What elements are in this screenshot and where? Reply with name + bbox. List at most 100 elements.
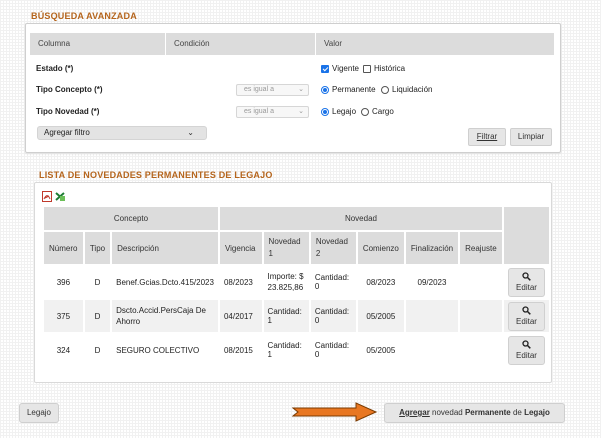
cell-novedad-2: Cantidad: 0 xyxy=(308,264,358,300)
add-button-part2: novedad xyxy=(429,408,465,417)
cell-novedad-1: Cantidad: 1 xyxy=(261,332,311,368)
table-row: 396 D Benef.Gcias.Dcto.415/2023 08/2023 … xyxy=(42,264,552,300)
filter-button[interactable]: Filtrar xyxy=(468,128,506,146)
header-vigencia: Vigencia xyxy=(217,230,264,266)
cell-tipo: D xyxy=(82,298,113,334)
add-filter-select[interactable]: Agregar filtro ⌄ xyxy=(37,126,207,140)
cell-comienzo: 05/2005 xyxy=(355,298,406,334)
checkbox-unchecked-icon[interactable] xyxy=(363,64,371,73)
radio-legajo[interactable]: Legajo xyxy=(321,107,356,116)
header-finalizacion: Finalización xyxy=(403,230,461,266)
radio-unselected-icon[interactable] xyxy=(361,107,369,116)
chevron-down-icon: ⌄ xyxy=(298,108,304,115)
novelties-table: Concepto Novedad Número Tipo Descripción… xyxy=(42,205,552,368)
radio-selected-icon[interactable] xyxy=(321,107,329,116)
header-value: Valor xyxy=(315,33,554,55)
cell-descripcion: Dscto.Accid.PersCaja De Ahorro xyxy=(110,298,220,334)
checkbox-label: Histórica xyxy=(374,64,406,73)
radio-label: Cargo xyxy=(372,107,394,116)
cell-finalizacion: 09/2023 xyxy=(403,264,461,300)
search-section-title: BÚSQUEDA AVANZADA xyxy=(31,11,137,21)
condition-select-tipo-concepto[interactable]: es igual a ⌄ xyxy=(236,84,309,96)
checkbox-checked-icon[interactable] xyxy=(321,64,329,73)
pdf-icon[interactable] xyxy=(42,191,52,202)
cell-vigencia: 08/2015 xyxy=(217,332,264,368)
list-section-title: LISTA DE NOVEDADES PERMANENTES DE LEGAJO xyxy=(39,170,273,180)
cell-actions: Editar xyxy=(501,332,552,368)
cell-actions: Editar xyxy=(501,298,552,334)
back-button-label: Legajo xyxy=(26,408,52,417)
edit-button[interactable]: Editar xyxy=(507,301,545,331)
header-descripcion: Descripción xyxy=(110,230,220,266)
excel-icon[interactable] xyxy=(55,191,66,202)
header-actions xyxy=(501,205,552,266)
search-icon xyxy=(522,271,531,281)
condition-select-value: es igual a xyxy=(244,86,274,93)
cell-tipo: D xyxy=(82,332,113,368)
cell-numero: 375 xyxy=(42,298,85,334)
advanced-search-panel: Columna Condición Valor Estado (*) Vigen… xyxy=(25,23,561,153)
cell-descripcion: Benef.Gcias.Dcto.415/2023 xyxy=(110,264,220,300)
chevron-down-icon: ⌄ xyxy=(298,86,304,93)
cell-tipo: D xyxy=(82,264,113,300)
radio-label: Liquidación xyxy=(392,85,433,94)
cell-finalizacion xyxy=(403,332,461,368)
cell-finalizacion xyxy=(403,298,461,334)
cell-reajuste xyxy=(458,298,504,334)
back-to-legajo-button[interactable]: Legajo xyxy=(19,403,59,423)
filter-button-label: Filtrar xyxy=(476,132,498,141)
header-reajuste: Reajuste xyxy=(458,230,504,266)
cell-descripcion: SEGURO COLECTIVO xyxy=(110,332,220,368)
radio-unselected-icon[interactable] xyxy=(381,85,389,94)
header-novedad-1: Novedad 1 xyxy=(261,230,311,266)
radio-liquidacion[interactable]: Liquidación xyxy=(381,85,432,94)
filter-label-estado: Estado (*) xyxy=(36,64,74,73)
filter-label-tipo-concepto: Tipo Concepto (*) xyxy=(36,85,103,94)
radio-label: Legajo xyxy=(332,107,357,116)
cell-novedad-1: Importe: $ 23.825,86 xyxy=(261,264,311,300)
cell-reajuste xyxy=(458,264,504,300)
filter-label-tipo-novedad: Tipo Novedad (*) xyxy=(36,107,100,116)
novelties-list-panel: Concepto Novedad Número Tipo Descripción… xyxy=(34,182,552,383)
header-comienzo: Comienzo xyxy=(355,230,406,266)
cell-reajuste xyxy=(458,332,504,368)
search-icon xyxy=(522,305,531,315)
edit-button[interactable]: Editar xyxy=(507,335,545,365)
condition-select-value: es igual a xyxy=(244,108,274,115)
table-row: 324 D SEGURO COLECTIVO 08/2015 Cantidad:… xyxy=(42,332,552,368)
add-permanent-novelty-button[interactable]: Agregar novedad Permanente de Legajo xyxy=(384,403,565,423)
cell-vigencia: 08/2023 xyxy=(217,264,264,300)
clear-button-label: Limpiar xyxy=(517,132,545,141)
group-header-novelty: Novedad xyxy=(217,205,504,232)
cell-numero: 324 xyxy=(42,332,85,368)
table-row: 375 D Dscto.Accid.PersCaja De Ahorro 04/… xyxy=(42,298,552,334)
search-icon xyxy=(522,339,531,349)
header-tipo: Tipo xyxy=(82,230,113,266)
cell-numero: 396 xyxy=(42,264,85,300)
add-button-part4: de xyxy=(510,408,525,417)
cell-novedad-2: Cantidad: 0 xyxy=(308,332,358,368)
add-filter-label: Agregar filtro xyxy=(44,128,90,137)
radio-selected-icon[interactable] xyxy=(321,85,329,94)
radio-permanente[interactable]: Permanente xyxy=(321,85,376,94)
group-header-concept: Concepto xyxy=(42,205,220,232)
checkbox-vigente[interactable]: Vigente xyxy=(321,64,359,73)
clear-button[interactable]: Limpiar xyxy=(510,128,552,146)
checkbox-historica[interactable]: Histórica xyxy=(363,64,405,73)
search-header-row: Columna Condición Valor xyxy=(30,33,554,55)
cell-novedad-2: Cantidad: 0 xyxy=(308,298,358,334)
header-condition: Condición xyxy=(165,33,315,55)
radio-label: Permanente xyxy=(332,85,376,94)
radio-cargo[interactable]: Cargo xyxy=(361,107,394,116)
cell-actions: Editar xyxy=(501,264,552,300)
cell-comienzo: 08/2023 xyxy=(355,264,406,300)
arrow-right-icon xyxy=(292,402,378,422)
condition-select-tipo-novedad[interactable]: es igual a ⌄ xyxy=(236,106,309,118)
add-button-part5: Legajo xyxy=(524,408,550,417)
add-button-part1: Agregar xyxy=(399,408,430,417)
edit-button[interactable]: Editar xyxy=(507,267,545,297)
table-group-header-row: Concepto Novedad xyxy=(42,205,552,266)
edit-button-label: Editar xyxy=(516,316,537,326)
table-header-row: Número Tipo Descripción Vigencia Novedad… xyxy=(42,230,550,266)
cell-comienzo: 05/2005 xyxy=(355,332,406,368)
